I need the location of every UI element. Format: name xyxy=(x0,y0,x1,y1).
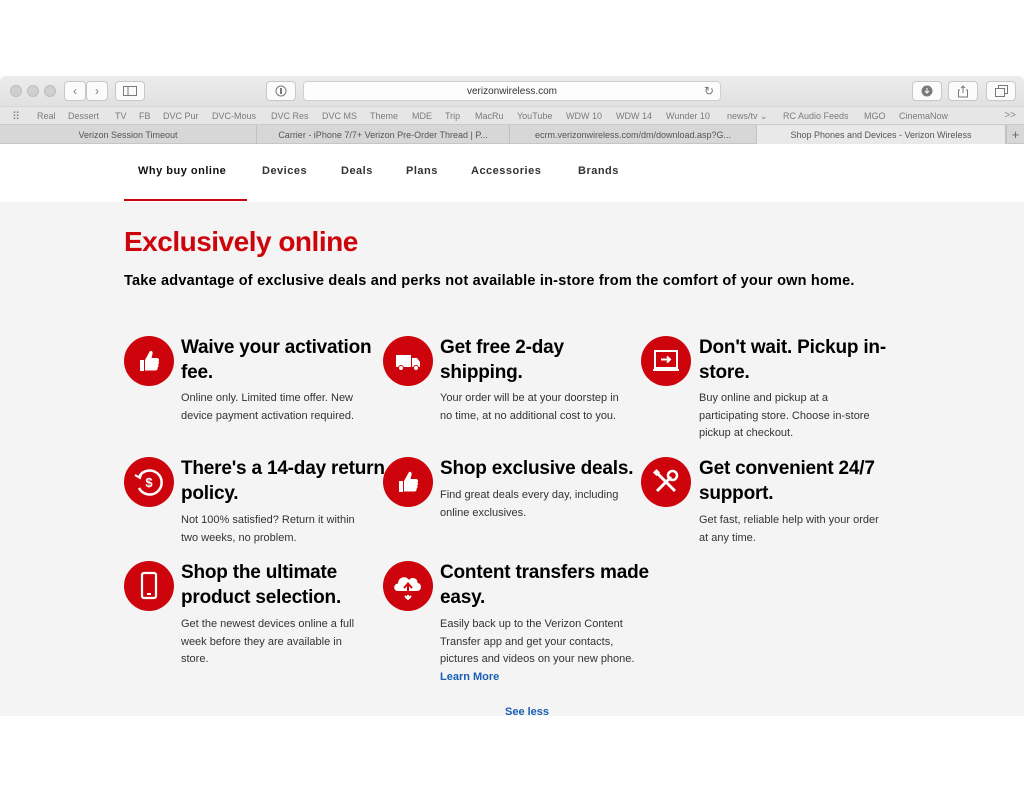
tools-icon xyxy=(641,457,691,507)
bookmark-item[interactable]: MDE xyxy=(412,111,432,121)
return-dollar-icon: $ xyxy=(124,457,174,507)
feature-title: Shop exclusive deals. xyxy=(440,458,634,479)
sidebar-button[interactable] xyxy=(115,81,145,101)
feature-description: Easily back up to the Verizon Content Tr… xyxy=(440,616,645,686)
sidebar-icon xyxy=(123,86,137,96)
site-nav: Why buy online Devices Deals Plans Acces… xyxy=(0,144,1024,202)
page-subtitle: Take advantage of exclusive deals and pe… xyxy=(124,273,855,289)
privacy-button[interactable] xyxy=(266,81,296,101)
new-tab-button[interactable]: + xyxy=(1006,125,1024,144)
tab-ecrm-download[interactable]: ecrm.verizonwireless.com/dm/download.asp… xyxy=(510,125,757,144)
grid-icon[interactable]: ⠿ xyxy=(12,110,20,123)
tab-label: Verizon Session Timeout xyxy=(78,129,178,140)
page-title: Exclusively online xyxy=(124,226,358,257)
address-bar[interactable]: verizonwireless.com ↻ xyxy=(303,81,721,101)
url-text: verizonwireless.com xyxy=(466,85,558,97)
share-icon xyxy=(958,84,968,97)
bookmark-item[interactable]: YouTube xyxy=(517,111,552,121)
tab-label: ecrm.verizonwireless.com/dm/download.asp… xyxy=(534,129,732,140)
tab-bar: Verizon Session Timeout Carrier - iPhone… xyxy=(0,124,1024,144)
bookmark-item[interactable]: MGO xyxy=(864,111,886,121)
cloud-transfer-icon xyxy=(383,561,433,611)
truck-icon xyxy=(383,336,433,386)
bookmark-item[interactable]: DVC Pur xyxy=(163,111,199,121)
tab-label: Shop Phones and Devices - Verizon Wirele… xyxy=(790,129,972,140)
bookmark-item[interactable]: TV xyxy=(115,111,127,121)
bookmark-item[interactable]: DVC-Mous xyxy=(212,111,256,121)
tabs-icon xyxy=(994,85,1008,97)
bookmark-item[interactable]: Real xyxy=(37,111,56,121)
phone-icon xyxy=(124,561,174,611)
browser-toolbar: ‹ › verizonwireless.com ↻ xyxy=(0,76,1024,106)
downloads-button[interactable] xyxy=(912,81,942,101)
tab-shop-phones[interactable]: Shop Phones and Devices - Verizon Wirele… xyxy=(757,125,1006,144)
feature-title: Get convenient 24/7 support. xyxy=(699,458,875,504)
feature-description: Online only. Limited time offer. New dev… xyxy=(181,392,355,422)
nav-brands[interactable]: Brands xyxy=(578,165,619,177)
nav-plans[interactable]: Plans xyxy=(406,165,438,177)
feature-title: Get free 2-day shipping. xyxy=(440,337,564,383)
feature-description: Your order will be at your doorstep in n… xyxy=(440,392,619,422)
store-pickup-icon xyxy=(641,336,691,386)
bookmark-item[interactable]: WDW 14 xyxy=(616,111,652,121)
bookmark-item[interactable]: MacRu xyxy=(475,111,504,121)
bookmark-item[interactable]: DVC Res xyxy=(271,111,309,121)
minimize-window-button[interactable] xyxy=(27,85,39,97)
feature-title: There's a 14-day return policy. xyxy=(181,458,385,504)
tab-label: Carrier - iPhone 7/7+ Verizon Pre-Order … xyxy=(278,129,488,140)
download-icon xyxy=(921,85,933,97)
thumbs-up-icon xyxy=(124,336,174,386)
nav-accessories[interactable]: Accessories xyxy=(471,165,541,177)
tab-session-timeout[interactable]: Verizon Session Timeout xyxy=(0,125,257,144)
bookmark-item[interactable]: DVC MS xyxy=(322,111,357,121)
bookmark-item[interactable]: RC Audio Feeds xyxy=(783,111,849,121)
chevron-right-icon: › xyxy=(95,84,99,98)
bookmark-item[interactable]: Wunder 10 xyxy=(666,111,710,121)
feature-description: Not 100% satisfied? Return it within two… xyxy=(181,514,355,544)
nav-deals[interactable]: Deals xyxy=(341,165,373,177)
back-button[interactable]: ‹ xyxy=(64,81,86,101)
tabs-overview-button[interactable] xyxy=(986,81,1016,101)
learn-more-link[interactable]: Learn More xyxy=(440,671,499,683)
bookmark-item[interactable]: CinemaNow xyxy=(899,111,948,121)
active-nav-indicator xyxy=(124,199,247,201)
bookmark-item[interactable]: Dessert xyxy=(68,111,99,121)
feature-description-text: Easily back up to the Verizon Content Tr… xyxy=(440,618,635,665)
zoom-window-button[interactable] xyxy=(44,85,56,97)
nav-why-buy-online[interactable]: Why buy online xyxy=(138,165,226,177)
shield-icon xyxy=(275,85,287,97)
feature-description: Find great deals every day, including on… xyxy=(440,489,619,519)
reload-icon[interactable]: ↻ xyxy=(704,84,714,98)
feature-title: Content transfers made easy. xyxy=(440,562,649,608)
thumbs-up-icon xyxy=(383,457,433,507)
bookmark-item[interactable]: FB xyxy=(139,111,151,121)
chevron-left-icon: ‹ xyxy=(73,84,77,98)
feature-description: Get fast, reliable help with your order … xyxy=(699,514,879,544)
bookmark-item[interactable]: WDW 10 xyxy=(566,111,602,121)
feature-title: Don't wait. Pickup in-store. xyxy=(699,337,886,383)
bookmark-item[interactable]: Trip xyxy=(445,111,460,121)
bookmarks-bar: ⠿ Real Dessert TV FB DVC Pur DVC-Mous DV… xyxy=(0,106,1024,124)
close-window-button[interactable] xyxy=(10,85,22,97)
bookmarks-overflow-button[interactable]: >> xyxy=(1004,110,1016,121)
see-less-link[interactable]: See less xyxy=(505,706,549,716)
bookmark-folder-news-tv[interactable]: news/tv ⌄ xyxy=(727,111,768,122)
feature-title: Shop the ultimate product selection. xyxy=(181,562,342,608)
feature-description: Get the newest devices online a full wee… xyxy=(181,618,355,665)
svg-text:$: $ xyxy=(145,475,153,490)
feature-title: Waive your activation fee. xyxy=(181,337,372,383)
browser-window: ‹ › verizonwireless.com ↻ ⠿ Real Dessert… xyxy=(0,76,1024,716)
tab-preorder-thread[interactable]: Carrier - iPhone 7/7+ Verizon Pre-Order … xyxy=(257,125,510,144)
bookmark-item[interactable]: Theme xyxy=(370,111,398,121)
share-button[interactable] xyxy=(948,81,978,101)
nav-devices[interactable]: Devices xyxy=(262,165,307,177)
page-content: Why buy online Devices Deals Plans Acces… xyxy=(0,144,1024,716)
forward-button[interactable]: › xyxy=(86,81,108,101)
feature-description: Buy online and pickup at a participating… xyxy=(699,392,870,439)
